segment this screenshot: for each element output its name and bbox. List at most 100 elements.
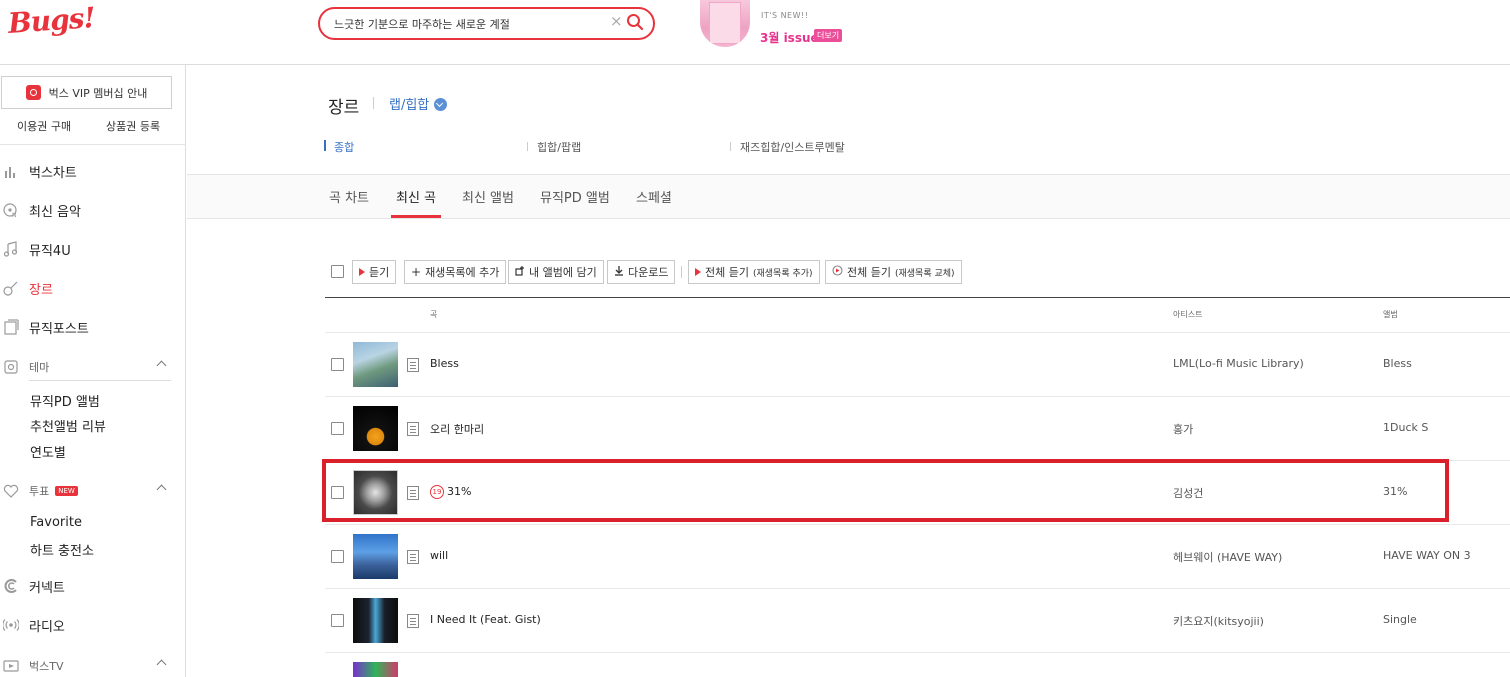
play-all-add-button[interactable]: 전체 듣기 (재생목록 추가) [688, 260, 820, 284]
song-artist[interactable]: 홍가 [1173, 421, 1193, 437]
select-all-checkbox[interactable] [331, 265, 344, 278]
subgenre-separator [527, 142, 528, 151]
active-indicator [324, 140, 326, 151]
table-row: 19 31% 김성건 31% [325, 460, 1510, 524]
genre-selector[interactable]: 랩/힙합 [389, 94, 429, 113]
album-add-icon [515, 265, 525, 279]
song-artist[interactable]: 김성건 [1173, 485, 1203, 501]
song-title[interactable]: I Need It (Feat. Gist) [430, 613, 541, 626]
sidebar-item-label: 최신 음악 [29, 204, 81, 220]
tab-latest-songs[interactable]: 최신 곡 [396, 187, 436, 206]
replace-icon [832, 265, 843, 279]
vip-icon [25, 85, 41, 100]
vote-label: 투표 [29, 485, 50, 498]
play-all-replace-sub-label: (재생목록 교체) [894, 268, 955, 279]
sidebar-section-theme[interactable]: 테마 [0, 355, 186, 379]
sidebar-item-music4u[interactable]: 뮤직4U [0, 237, 186, 261]
bugs-logo[interactable]: Bugs! [7, 1, 96, 40]
sidebar-section-bugstv[interactable]: 벅스TV [0, 654, 186, 677]
sidebar-item-radio[interactable]: 라디오 [0, 613, 186, 637]
song-title-wrap[interactable]: 19 31% [430, 485, 471, 499]
album-thumbnail[interactable] [353, 534, 398, 579]
subgenre-jazzhiphop[interactable]: 재즈힙합/인스트루멘탈 [740, 139, 845, 155]
row-checkbox[interactable] [331, 486, 344, 499]
sidebar-section-vote[interactable]: 투표 NEW [0, 479, 186, 503]
song-album[interactable]: Single [1383, 613, 1417, 626]
album-thumbnail[interactable] [353, 470, 398, 515]
album-thumbnail[interactable] [353, 662, 398, 677]
song-album[interactable]: HAVE WAY ON 3 [1383, 549, 1471, 562]
row-checkbox[interactable] [331, 550, 344, 563]
column-header-album: 앨범 [1383, 310, 1398, 319]
play-icon [359, 268, 365, 276]
chevron-up-icon[interactable] [156, 360, 167, 371]
row-checkbox[interactable] [331, 614, 344, 627]
lyrics-icon[interactable] [407, 486, 419, 500]
add-to-my-album-button[interactable]: 내 앨범에 담기 [508, 260, 604, 284]
download-button[interactable]: 다운로드 [607, 260, 676, 284]
vip-membership-button[interactable]: 벅스 VIP 멤버십 안내 [1, 76, 172, 109]
sidebar-item-recommended-review[interactable]: 추천앨범 리뷰 [30, 416, 106, 435]
sidebar-item-favorite[interactable]: Favorite [30, 515, 82, 530]
listen-button[interactable]: 듣기 [352, 260, 397, 284]
sidebar-item-bugs-chart[interactable]: 벅스차트 [0, 159, 186, 183]
promo-issue-link[interactable]: 3월 issue [760, 29, 819, 46]
title-separator [373, 97, 374, 109]
tv-icon [3, 658, 19, 674]
tab-latest-albums[interactable]: 최신 앨범 [462, 187, 514, 206]
clear-icon[interactable]: × [610, 12, 623, 30]
play-all-label: 전체 듣기 [705, 266, 749, 279]
chevron-up-icon[interactable] [156, 484, 167, 495]
bugstv-label: 벅스TV [29, 660, 64, 673]
add-to-playlist-button[interactable]: + 재생목록에 추가 [404, 260, 507, 284]
album-thumbnail[interactable] [353, 342, 398, 387]
gift-register-link[interactable]: 상품권 등록 [106, 118, 160, 134]
sidebar-item-new-music[interactable]: N 최신 음악 [0, 198, 186, 222]
song-album[interactable]: Bless [1383, 357, 1412, 370]
magazine-cover-image[interactable] [700, 0, 750, 47]
song-artist[interactable]: 헤브웨이 (HAVE WAY) [1173, 549, 1282, 565]
chevron-down-icon[interactable] [434, 98, 447, 111]
album-thumbnail[interactable] [353, 406, 398, 451]
subgenre-separator [730, 142, 731, 151]
sidebar-item-music-post[interactable]: 뮤직포스트 [0, 315, 186, 339]
song-title[interactable]: 31% [447, 485, 471, 498]
column-header-artist: 아티스트 [1173, 310, 1203, 319]
sidebar-item-genre[interactable]: 장르 [0, 276, 186, 300]
song-title[interactable]: 오리 한마리 [430, 421, 484, 437]
buy-ticket-link[interactable]: 이용권 구매 [17, 118, 71, 134]
sidebar-item-label: 라디오 [29, 619, 65, 635]
sidebar-item-musicpd-album[interactable]: 뮤직PD 앨범 [30, 391, 100, 410]
tab-special[interactable]: 스페셜 [636, 187, 672, 206]
song-album[interactable]: 31% [1383, 485, 1407, 498]
sidebar-item-by-year[interactable]: 연도별 [30, 442, 66, 461]
song-album[interactable]: 1Duck S [1383, 421, 1428, 434]
row-checkbox[interactable] [331, 422, 344, 435]
tab-musicpd-albums[interactable]: 뮤직PD 앨범 [540, 187, 610, 206]
search-icon[interactable] [626, 13, 644, 35]
row-checkbox[interactable] [331, 358, 344, 371]
play-all-replace-button[interactable]: 전체 듣기 (재생목록 교체) [825, 260, 962, 284]
page-title: 장르 [328, 98, 360, 118]
search-input[interactable] [334, 14, 604, 34]
lyrics-icon[interactable] [407, 550, 419, 564]
sidebar-item-heart-charge[interactable]: 하트 충전소 [30, 540, 94, 559]
promo-more-button[interactable]: 더보기 [814, 29, 843, 42]
subgenre-hiphop-poprap[interactable]: 힙합/팝랩 [537, 139, 581, 155]
search-box[interactable]: × [318, 7, 655, 40]
lyrics-icon[interactable] [407, 614, 419, 628]
theme-divider [29, 380, 171, 381]
song-artist[interactable]: LML(Lo-fi Music Library) [1173, 357, 1304, 370]
song-title[interactable]: Bless [430, 357, 459, 370]
subgenre-all[interactable]: 종합 [334, 139, 354, 155]
lyrics-icon[interactable] [407, 422, 419, 436]
song-title[interactable]: will [430, 549, 448, 562]
lyrics-icon[interactable] [407, 358, 419, 372]
chevron-up-icon[interactable] [156, 659, 167, 670]
tab-song-chart[interactable]: 곡 차트 [329, 187, 369, 206]
sidebar-item-label: 뮤직포스트 [29, 321, 89, 337]
song-artist[interactable]: 키츠요지(kitsyojii) [1173, 613, 1264, 629]
new-badge: NEW [55, 486, 78, 496]
sidebar-item-connect[interactable]: 커넥트 [0, 574, 186, 598]
album-thumbnail[interactable] [353, 598, 398, 643]
